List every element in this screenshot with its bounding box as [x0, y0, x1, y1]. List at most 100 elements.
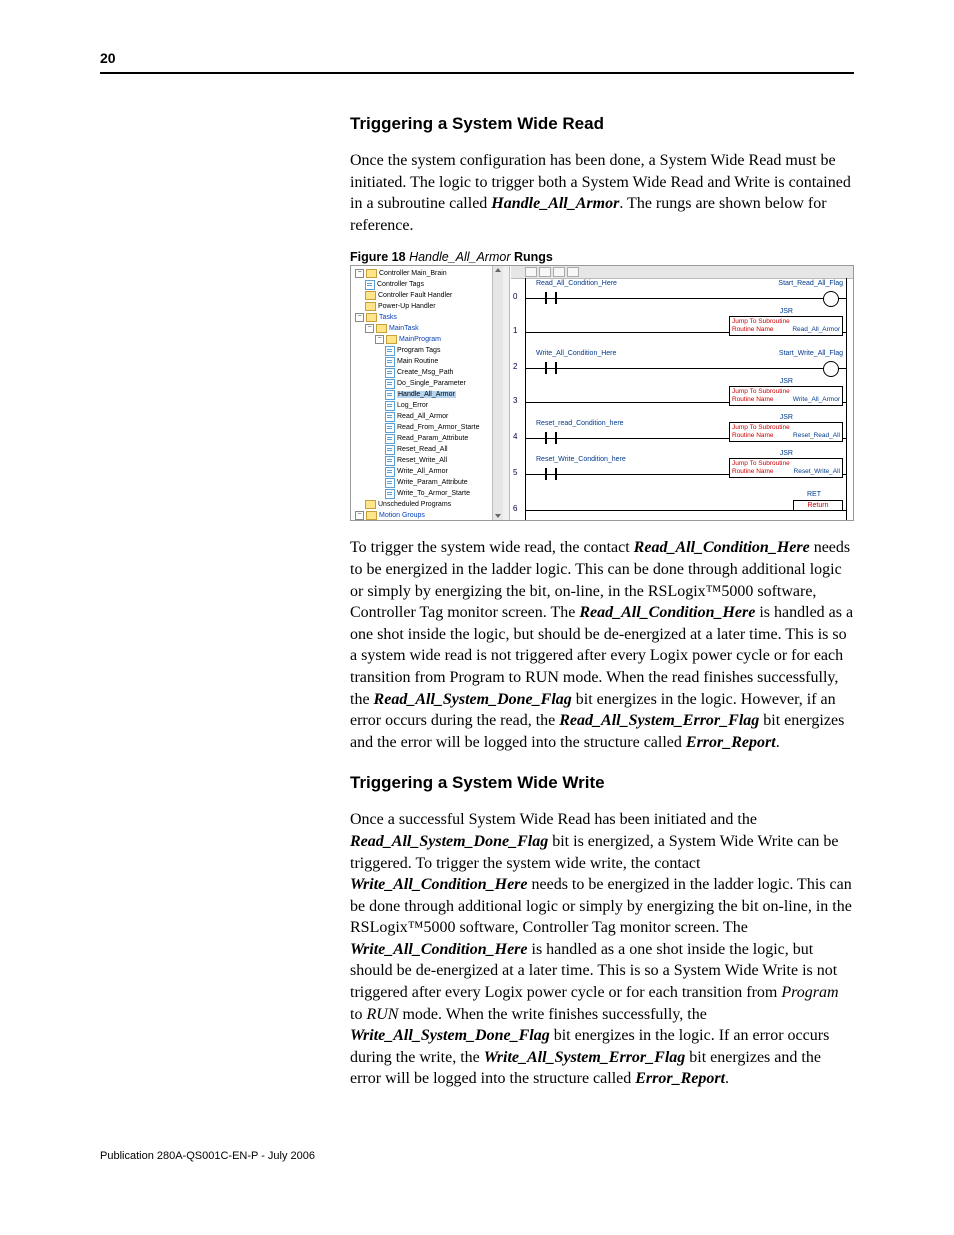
rung[interactable]: 0Read_All_Condition_HereStart_Read_All_F… — [511, 278, 853, 312]
file-icon — [385, 357, 395, 367]
folder-icon — [366, 313, 377, 322]
file-icon — [385, 412, 395, 422]
text: mode. When the write finishes successful… — [398, 1006, 706, 1023]
italic-term: Program — [781, 984, 838, 1001]
para-read-detail: To trigger the system wide read, the con… — [350, 537, 854, 753]
bold-term: Error_Report — [635, 1070, 725, 1087]
tree-item[interactable]: −MainTask — [355, 323, 503, 334]
tree-item[interactable]: Write_All_Armor — [355, 466, 503, 477]
text: . — [776, 734, 780, 751]
rung-number: 4 — [513, 432, 517, 441]
tree-item[interactable]: Read_From_Armor_Starte — [355, 422, 503, 433]
toolbar-button[interactable] — [539, 267, 551, 277]
rung[interactable]: 3JSRJump To SubroutineRoutine NameWrite_… — [511, 382, 853, 418]
tree-item[interactable]: Reset_Write_All — [355, 455, 503, 466]
rung[interactable]: 4 Reset_read_Condition_here JSR Jump To Sub… — [511, 418, 853, 454]
bold-term: Read_All_System_Done_Flag — [374, 691, 572, 708]
bold-term: Write_All_Condition_Here — [350, 876, 528, 893]
fig-italic: Handle_All_Armor — [409, 250, 510, 264]
ret-instruction[interactable]: Return — [793, 500, 843, 511]
tree-item[interactable]: Controller Tags — [355, 279, 503, 290]
file-icon — [385, 467, 395, 477]
jsr-instruction[interactable]: Jump To SubroutineRoutine NameWrite_All_… — [729, 386, 843, 406]
fig-label: Figure 18 — [350, 250, 406, 264]
rung-number: 5 — [513, 468, 517, 477]
rung-number: 0 — [513, 292, 517, 301]
tree-item[interactable]: −Motion Groups — [355, 510, 503, 520]
file-icon — [385, 390, 395, 400]
bold-term: Write_All_System_Done_Flag — [350, 1027, 550, 1044]
bold-term: Read_All_System_Error_Flag — [559, 712, 759, 729]
tree-item[interactable]: Program Tags — [355, 345, 503, 356]
contact-icon — [541, 290, 561, 306]
tree-item[interactable]: Power-Up Handler — [355, 301, 503, 312]
file-icon — [385, 379, 395, 389]
text: . — [725, 1070, 729, 1087]
tree-item[interactable]: −Tasks — [355, 312, 503, 323]
bold-term: Read_All_Condition_Here — [634, 539, 810, 556]
bold-term: Error_Report — [686, 734, 776, 751]
tree-item[interactable]: Main Routine — [355, 356, 503, 367]
rail — [525, 298, 847, 299]
jsr-instruction[interactable]: Jump To SubroutineRoutine NameRead_All_A… — [729, 316, 843, 336]
folder-icon — [386, 335, 397, 344]
tree-item[interactable]: Handle_All_Armor — [355, 389, 503, 400]
tree-item[interactable]: −MainProgram — [355, 334, 503, 345]
rung[interactable]: 6 RET Return — [511, 490, 853, 520]
rung-number: 2 — [513, 362, 517, 371]
top-rule — [100, 72, 854, 74]
text: to — [350, 1006, 366, 1023]
tree-item[interactable]: −Controller Main_Brain — [355, 268, 503, 279]
folder-icon — [365, 500, 376, 509]
heading-read: Triggering a System Wide Read — [350, 114, 854, 134]
coil-icon — [823, 291, 839, 307]
file-icon — [385, 346, 395, 356]
file-icon — [385, 489, 395, 499]
rung-number: 6 — [513, 504, 517, 513]
toolbar-button[interactable] — [567, 267, 579, 277]
contact-label: Reset_read_Condition_here — [536, 420, 624, 427]
fig-trail: Rungs — [514, 250, 553, 264]
tree-item[interactable]: Create_Msg_Path — [355, 367, 503, 378]
heading-write: Triggering a System Wide Write — [350, 773, 854, 793]
file-icon — [365, 280, 375, 290]
bold-term: Read_All_Condition_Here — [579, 604, 755, 621]
tree-item[interactable]: Write_To_Armor_Starte — [355, 488, 503, 499]
file-icon — [385, 478, 395, 488]
page-number: 20 — [0, 0, 954, 72]
jsr-title: JSR — [778, 378, 795, 385]
ret-title: RET — [805, 491, 823, 498]
tree-item[interactable]: Controller Fault Handler — [355, 290, 503, 301]
rung[interactable]: 1JSRJump To SubroutineRoutine NameRead_A… — [511, 312, 853, 348]
ladder-view: 0Read_All_Condition_HereStart_Read_All_F… — [511, 266, 853, 520]
contact-icon — [541, 466, 561, 482]
toolbar-button[interactable] — [525, 267, 537, 277]
project-tree[interactable]: −Controller Main_BrainController TagsCon… — [351, 266, 504, 520]
splitter[interactable] — [503, 266, 510, 520]
jsr-title: JSR — [778, 308, 795, 315]
tree-item[interactable]: Read_All_Armor — [355, 411, 503, 422]
jsr-instruction[interactable]: Jump To SubroutineRoutine NameReset_Writ… — [729, 458, 843, 478]
jsr-title: JSR — [778, 450, 795, 457]
contact-label: Write_All_Condition_Here — [536, 350, 616, 357]
file-icon — [385, 456, 395, 466]
scrollbar[interactable] — [492, 266, 503, 520]
tree-item[interactable]: Do_Single_Parameter — [355, 378, 503, 389]
figure-caption: Figure 18 Handle_All_Armor Rungs — [350, 250, 854, 264]
tree-item[interactable]: Read_Param_Attribute — [355, 433, 503, 444]
tree-item[interactable]: Log_Error — [355, 400, 503, 411]
tree-item[interactable]: Unscheduled Programs — [355, 499, 503, 510]
folder-icon — [365, 291, 376, 300]
contact-icon — [541, 360, 561, 376]
rung[interactable]: 5Reset_Write_Condition_hereJSRJump To Su… — [511, 454, 853, 490]
bold-term: Read_All_System_Done_Flag — [350, 833, 548, 850]
bold-term: Write_All_Condition_Here — [350, 941, 528, 958]
toolbar-button[interactable] — [553, 267, 565, 277]
jsr-instruction[interactable]: Jump To SubroutineRoutine NameReset_Read… — [729, 422, 843, 442]
rung[interactable]: 2Write_All_Condition_HereStart_Write_All… — [511, 348, 853, 382]
tree-item[interactable]: Reset_Read_All — [355, 444, 503, 455]
tree-item[interactable]: Write_Param_Attribute — [355, 477, 503, 488]
jsr-title: JSR — [778, 414, 795, 421]
coil-icon — [823, 361, 839, 377]
file-icon — [385, 423, 395, 433]
